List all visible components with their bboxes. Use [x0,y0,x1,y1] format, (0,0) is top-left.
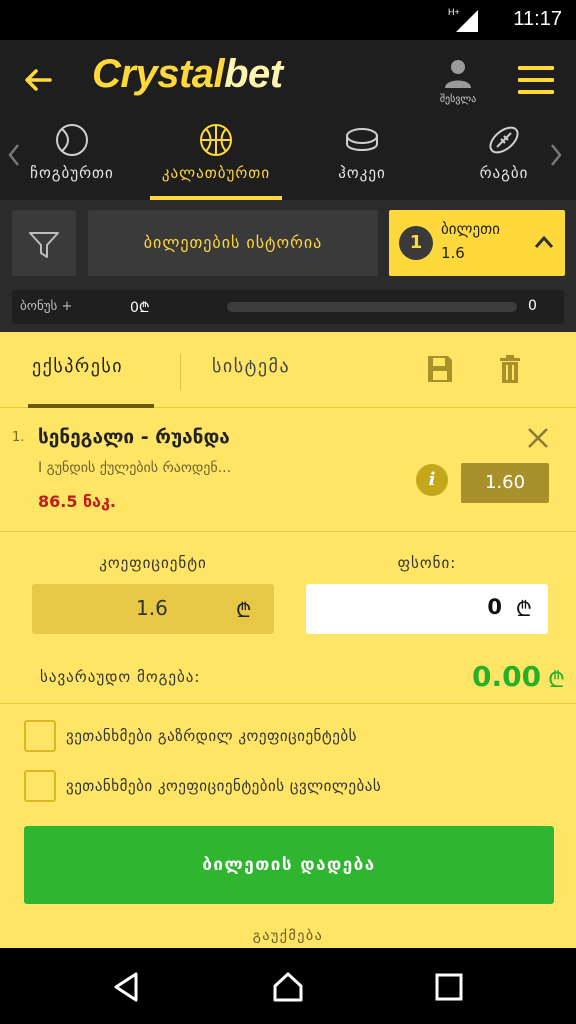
tab-divider [180,354,181,390]
status-bar: H+ 11:17 [0,0,576,40]
tab-express[interactable]: ექსპრესი [32,356,123,377]
recents-icon[interactable] [432,970,466,1004]
bet-selection: 1. სენეგალი - რუანდა I გუნდის ქულების რა… [0,408,576,532]
tab-label: კალათბურთი [161,164,271,182]
ticket-count-badge: 1 [399,226,433,260]
coefficient-label: კოეფიციენტი [99,554,207,572]
accept-increased-odds-checkbox[interactable] [24,720,56,752]
bonus-progress-container: ბონუს + 0₾ 0 [12,290,564,324]
bonus-bar: ბონუს + 0₾ 0 [0,286,576,332]
bonus-max: 0 [528,298,537,314]
currency-icon: ₾ [548,668,565,693]
chevron-up-icon [534,235,554,248]
system-navigation-bar [0,948,576,1024]
checkbox-label: ვეთანხმები გაზრდილ კოეფიციენტებს [66,727,357,745]
stake-section: კოეფიციენტი ფსონი: 1.6 ₾ 0 ₾ სავარაუდო მ… [0,532,576,704]
ticket-toggle-button[interactable]: 1 ბილეთი 1.6 [389,210,565,276]
stake-input[interactable]: 0 ₾ [306,584,548,634]
crystalbet-logo[interactable]: Crystalbet [92,52,283,97]
clock: 11:17 [513,8,562,30]
tab-label: ჩოგბურთი [30,164,114,182]
place-bet-button[interactable]: ბილეთის დადება [24,826,554,904]
filter-button[interactable] [12,210,76,276]
logo-main: Crystal [92,52,225,96]
accept-odds-change-checkbox[interactable] [24,770,56,802]
user-icon [445,60,471,88]
betslip-controls: ბილეთების ისტორია 1 ბილეთი 1.6 [0,200,576,286]
stake-label: ფსონი: [397,554,457,572]
betslip-panel: ექსპრესი სისტემა 1. სენეგალი - რუანდა I … [0,332,576,948]
ticket-history-button[interactable]: ბილეთების ისტორია [88,210,378,276]
filter-icon [29,232,59,258]
tab-hockey[interactable]: ჰოკეი [292,120,432,200]
selection-odds: 1.60 [461,463,549,503]
info-icon[interactable]: i [416,464,448,496]
coefficient-value: 1.6 [136,596,168,620]
selection-index: 1. [12,430,25,445]
home-icon[interactable] [271,970,305,1004]
currency-icon: ₾ [515,597,532,621]
chevron-right-icon[interactable] [546,140,566,170]
hamburger-menu-icon[interactable] [518,66,554,96]
ticket-label: ბილეთი [441,220,500,238]
trash-icon[interactable] [498,354,522,384]
signal-icon: H+ [448,7,478,32]
login-button[interactable]: შესვლა [428,58,488,114]
tennis-ball-icon [56,124,88,156]
coefficient-field: 1.6 ₾ [32,584,274,634]
login-label: შესვლა [439,94,477,105]
potential-win-value: 0.00 [472,660,542,693]
basketball-icon [200,124,232,156]
rugby-ball-icon [489,126,519,154]
hockey-puck-icon [346,128,378,151]
tab-label: ჰოკეი [338,164,386,182]
tab-tennis[interactable]: ჩოგბურთი [2,120,142,200]
back-icon[interactable] [110,970,144,1004]
stake-value: 0 [487,595,502,619]
close-icon[interactable] [526,426,550,450]
app-bar: Crystalbet შესვლა [0,40,576,120]
save-icon[interactable] [426,354,454,384]
potential-win-label: სავარაუდო მოგება: [40,668,201,686]
cancel-button[interactable]: გაუქმება [0,928,576,944]
bonus-label: ბონუს + [20,299,73,314]
bonus-progress-track [227,302,517,312]
betslip-tabs: ექსპრესი სისტემა [0,332,576,408]
sports-tab-bar: ჩოგბურთი კალათბურთი ჰოკეი რაგბი [0,120,576,200]
tab-system[interactable]: სისტემა [212,356,290,377]
ticket-odds: 1.6 [441,244,465,262]
network-type: H+ [448,7,460,17]
market-name: I გუნდის ქულების რაოდენ... [38,460,232,476]
checkbox-label: ვეთანხმები კოეფიციენტების ცვლილებას [66,777,382,795]
bonus-current: 0₾ [130,300,150,316]
logo-accent: bet [224,52,283,96]
back-arrow-icon[interactable] [20,62,56,98]
tab-basketball[interactable]: კალათბურთი [146,120,286,200]
market-line: 86.5 ნაკ. [38,492,116,511]
currency-icon: ₾ [236,598,252,622]
match-name: სენეგალი - რუანდა [38,426,230,448]
